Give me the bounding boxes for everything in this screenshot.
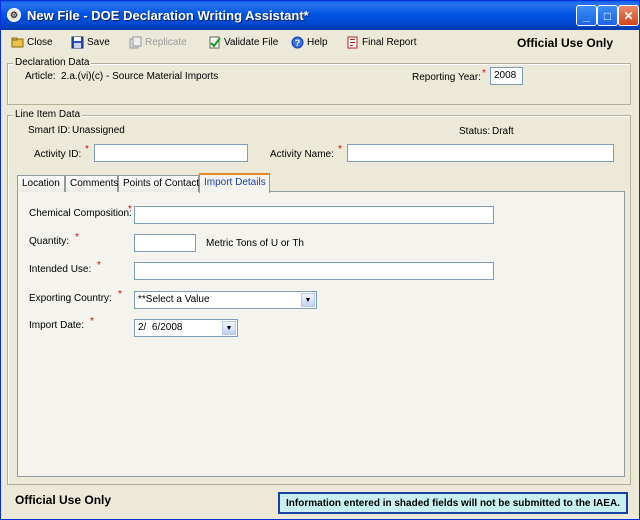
smart-id-value: Unassigned [72, 125, 125, 136]
import-date-picker[interactable]: 2/ 6/2008 ▼ [134, 319, 238, 337]
required-marker: * [75, 232, 79, 243]
smart-id-label: Smart ID: [28, 125, 71, 136]
declaration-data-group: Declaration Data [7, 57, 631, 105]
validate-file-button[interactable]: Validate File [208, 34, 278, 50]
intended-use-label: Intended Use: [29, 264, 92, 275]
activity-id-label: Activity ID: [34, 149, 82, 160]
maximize-button[interactable]: □ [597, 5, 618, 26]
required-marker: * [118, 289, 122, 300]
official-use-footer: Official Use Only [15, 493, 112, 507]
required-marker: * [482, 68, 486, 79]
close-button[interactable]: Close [11, 34, 53, 50]
shaded-fields-notice: Information entered in shaded fields wil… [278, 492, 628, 514]
app-window: ⚙ New File - DOE Declaration Writing Ass… [0, 0, 640, 520]
status-value: Draft [492, 126, 514, 137]
tab-comments[interactable]: Comments [65, 175, 118, 192]
minimize-button[interactable]: _ [576, 5, 597, 26]
import-date-label: Import Date: [29, 320, 85, 331]
close-window-button[interactable]: ✕ [618, 5, 639, 26]
validate-check-icon [208, 36, 221, 49]
import-date-value: 2/ 6/2008 [138, 322, 183, 333]
status-label: Status: [459, 126, 491, 137]
quantity-unit: Metric Tons of U or Th [206, 238, 304, 249]
intended-use-field[interactable] [134, 262, 494, 280]
quantity-label: Quantity: [29, 236, 70, 247]
app-icon[interactable]: ⚙ [7, 8, 21, 22]
help-icon: ? [291, 36, 304, 49]
tab-points-of-contact[interactable]: Points of Contact [118, 175, 199, 192]
declaration-data-legend: Declaration Data [13, 57, 92, 68]
activity-name-label: Activity Name: [270, 149, 334, 160]
final-report-button[interactable]: Final Report [346, 34, 416, 50]
required-marker: * [85, 144, 89, 155]
required-marker: * [97, 260, 101, 271]
line-item-data-legend: Line Item Data [13, 109, 83, 120]
activity-name-field[interactable] [347, 144, 614, 162]
article-label: Article: [25, 71, 56, 82]
replicate-button[interactable]: Replicate [129, 34, 187, 50]
import-details-panel [17, 191, 625, 477]
required-marker: * [90, 316, 94, 327]
article-value: 2.a.(vi)(c) - Source Material Imports [61, 71, 219, 82]
help-button[interactable]: ? Help [291, 34, 328, 50]
reporting-year-label: Reporting Year: [412, 72, 481, 83]
folder-close-icon [11, 36, 24, 49]
title-bar: ⚙ New File - DOE Declaration Writing Ass… [1, 1, 639, 30]
replicate-icon [129, 36, 142, 49]
tab-import-details[interactable]: Import Details [199, 173, 270, 193]
chemical-composition-label: Chemical Composition: [29, 208, 132, 219]
chevron-down-icon[interactable]: ▼ [301, 293, 315, 307]
save-button[interactable]: Save [71, 34, 110, 50]
reporting-year-field[interactable]: 2008 [490, 67, 523, 85]
report-icon [346, 36, 359, 49]
save-disk-icon [71, 36, 84, 49]
replicate-label: Replicate [145, 36, 187, 48]
final-report-label: Final Report [362, 36, 417, 48]
chevron-down-icon[interactable]: ▼ [222, 321, 236, 335]
required-marker: * [338, 144, 342, 155]
validate-file-label: Validate File [224, 36, 279, 48]
help-label: Help [307, 36, 328, 48]
quantity-field[interactable] [134, 234, 196, 252]
activity-id-field[interactable] [94, 144, 248, 162]
chemical-composition-field[interactable] [134, 206, 494, 224]
svg-text:?: ? [295, 38, 301, 48]
exporting-country-label: Exporting Country: [29, 293, 112, 304]
tab-location[interactable]: Location [17, 175, 65, 192]
exporting-country-select[interactable]: **Select a Value ▼ [134, 291, 317, 309]
window-title: New File - DOE Declaration Writing Assis… [27, 8, 309, 23]
required-marker: * [128, 204, 132, 215]
close-label: Close [27, 36, 53, 48]
exporting-country-value: **Select a Value [138, 294, 210, 305]
save-label: Save [87, 36, 110, 48]
official-use-header: Official Use Only [517, 36, 614, 50]
